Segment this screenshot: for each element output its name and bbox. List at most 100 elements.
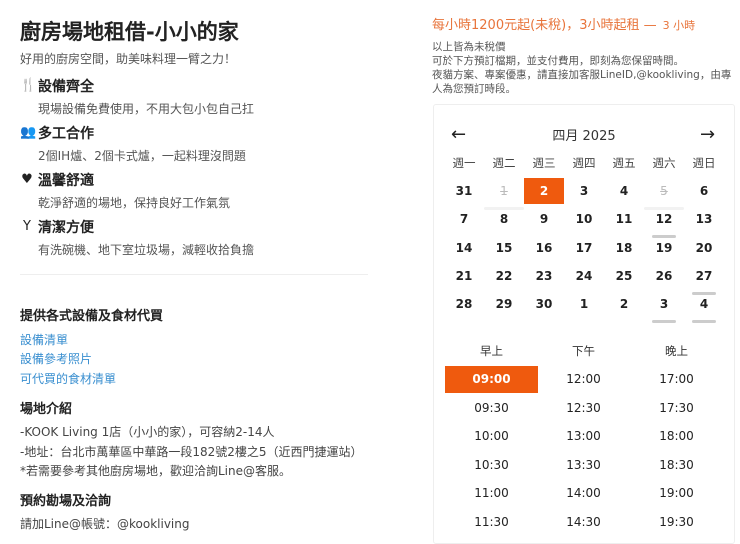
feature-item: 👥 多工合作 2個IH爐、2個卡式爐，一起料理沒問題 [20, 123, 380, 167]
notes: 以上皆為未稅價 可於下方預訂檔期，並支付費用，即刻為您保留時間。 夜貓方案、專案… [432, 40, 737, 96]
time-slot[interactable]: 13:00 [537, 423, 630, 450]
next-month-arrow-icon[interactable]: → [700, 124, 715, 145]
calendar-day[interactable]: 9 [524, 206, 564, 232]
price-info: 每小時1200元起(未稅)，3小時起租 — 3 小時 [432, 14, 695, 33]
calendar-day[interactable]: 30 [524, 291, 564, 317]
weekday-label: 週二 [492, 156, 516, 170]
time-slot[interactable]: 17:00 [630, 366, 723, 393]
calendar-day[interactable]: 16 [524, 235, 564, 261]
calendar-day: 5 [644, 178, 684, 210]
feature-title: 溫馨舒適 [38, 173, 94, 189]
calendar-day[interactable]: 6 [684, 178, 724, 204]
day-number: 6 [699, 184, 709, 198]
heart-icon: ♥ [21, 172, 33, 187]
venue-address: -地址：台北市萬華區中華路一段182號2樓之5（近西門捷運站） [20, 445, 363, 459]
day-number: 28 [455, 297, 473, 312]
feature-desc: 現場設備免費使用，不用大包小包自己扛 [38, 102, 255, 116]
users-icon: 👥 [20, 125, 37, 140]
calendar-day[interactable]: 25 [604, 263, 644, 289]
divider [20, 274, 368, 275]
calendar-day[interactable]: 13 [684, 206, 724, 232]
day-number: 3 [579, 184, 589, 198]
day-number: 19 [655, 240, 673, 255]
calendar-day[interactable]: 22 [484, 263, 524, 289]
time-period-header: 晚上 [665, 344, 688, 358]
time-slot[interactable]: 17:30 [630, 395, 723, 422]
feature-desc: 乾淨舒適的場地，保持良好工作氣氛 [38, 196, 231, 210]
time-slot[interactable]: 19:30 [630, 509, 723, 536]
weekday-label: 週日 [692, 156, 716, 170]
calendar-day[interactable]: 3 [644, 291, 684, 324]
time-slot[interactable]: 11:00 [445, 480, 538, 507]
calendar-day[interactable]: 27 [684, 263, 724, 295]
calendar-day[interactable]: 8 [484, 206, 524, 232]
day-number: 26 [655, 268, 673, 283]
feature-item: ♥ 溫馨舒適乾淨舒適的場地，保持良好工作氣氛 [20, 170, 380, 214]
time-slot[interactable]: 10:00 [445, 423, 538, 450]
venue-heading: 場地介紹 [20, 402, 73, 417]
note: 可於下方預訂檔期，並支付費用，即刻為您保留時間。 [432, 55, 684, 67]
calendar-day[interactable]: 31 [444, 178, 484, 204]
equipment-photos-link[interactable]: 設備參考照片 [20, 350, 92, 367]
calendar-day[interactable]: 7 [444, 206, 484, 232]
calendar-day[interactable]: 18 [604, 235, 644, 261]
time-slot[interactable]: 10:30 [445, 452, 538, 479]
calendar-day[interactable]: 28 [444, 291, 484, 317]
ingredients-list-link[interactable]: 可代買的食材清單 [20, 370, 116, 387]
time-slot[interactable]: 12:00 [537, 366, 630, 393]
time-slot[interactable]: 14:30 [537, 509, 630, 536]
calendar-day[interactable]: 10 [564, 206, 604, 232]
time-slot[interactable]: 13:30 [537, 452, 630, 479]
prev-month-arrow-icon[interactable]: ← [451, 124, 466, 145]
feature-title: 設備齊全 [38, 79, 94, 95]
calendar-day[interactable]: 3 [564, 178, 604, 204]
time-slot[interactable]: 09:00 [445, 366, 538, 393]
calendar-day[interactable]: 20 [684, 235, 724, 261]
calendar-day[interactable]: 19 [644, 235, 684, 261]
day-number: 22 [495, 268, 513, 283]
calendar-day[interactable]: 17 [564, 235, 604, 261]
calendar-day[interactable]: 24 [564, 263, 604, 289]
calendar-day[interactable]: 15 [484, 235, 524, 261]
availability-bar [692, 320, 716, 324]
day-number: 15 [495, 240, 513, 255]
time-slot[interactable]: 19:00 [630, 480, 723, 507]
day-number: 2 [619, 297, 629, 312]
time-slot[interactable]: 18:30 [630, 452, 723, 479]
day-number: 1 [579, 297, 589, 312]
calendar-day[interactable]: 1 [564, 291, 604, 317]
day-number: 4 [699, 297, 709, 312]
calendar-day[interactable]: 4 [604, 178, 644, 204]
availability-bar [652, 320, 676, 324]
time-period-header: 下午 [572, 344, 595, 358]
calendar-day[interactable]: 29 [484, 291, 524, 317]
equipment-list-link[interactable]: 設備清單 [20, 331, 68, 348]
feature-item: 🍴 設備齊全 現場設備免費使用，不用大包小包自己扛 [20, 76, 380, 120]
day-number: 18 [615, 240, 633, 255]
time-slot[interactable]: 14:00 [537, 480, 630, 507]
calendar-day[interactable]: 23 [524, 263, 564, 289]
day-number: 14 [455, 240, 473, 255]
booking-line: 請加Line@帳號：@kookliving [20, 517, 190, 531]
day-number: 31 [455, 184, 473, 198]
month-title: 四月 2025 [552, 129, 616, 144]
calendar-day[interactable]: 14 [444, 235, 484, 261]
day-number: 30 [535, 297, 553, 312]
time-slot[interactable]: 11:30 [445, 509, 538, 536]
weekday-label: 週四 [572, 156, 596, 170]
time-slot[interactable]: 18:00 [630, 423, 723, 450]
note: 以上皆為未稅價 [432, 41, 506, 53]
calendar-day[interactable]: 2 [524, 178, 564, 204]
calendar-day[interactable]: 4 [684, 291, 724, 324]
time-slot[interactable]: 12:30 [537, 395, 630, 422]
day-number: 23 [535, 268, 553, 283]
calendar-day[interactable]: 11 [604, 206, 644, 232]
time-slot[interactable]: 09:30 [445, 395, 538, 422]
calendar-day[interactable]: 2 [604, 291, 644, 317]
calendar-day[interactable]: 12 [644, 206, 684, 239]
equipment-heading: 提供各式設備及食材代買 [20, 309, 164, 324]
feature-title: 多工合作 [38, 126, 94, 142]
weekday-label: 週三 [532, 156, 556, 170]
calendar-day[interactable]: 21 [444, 263, 484, 289]
calendar-day[interactable]: 26 [644, 263, 684, 289]
